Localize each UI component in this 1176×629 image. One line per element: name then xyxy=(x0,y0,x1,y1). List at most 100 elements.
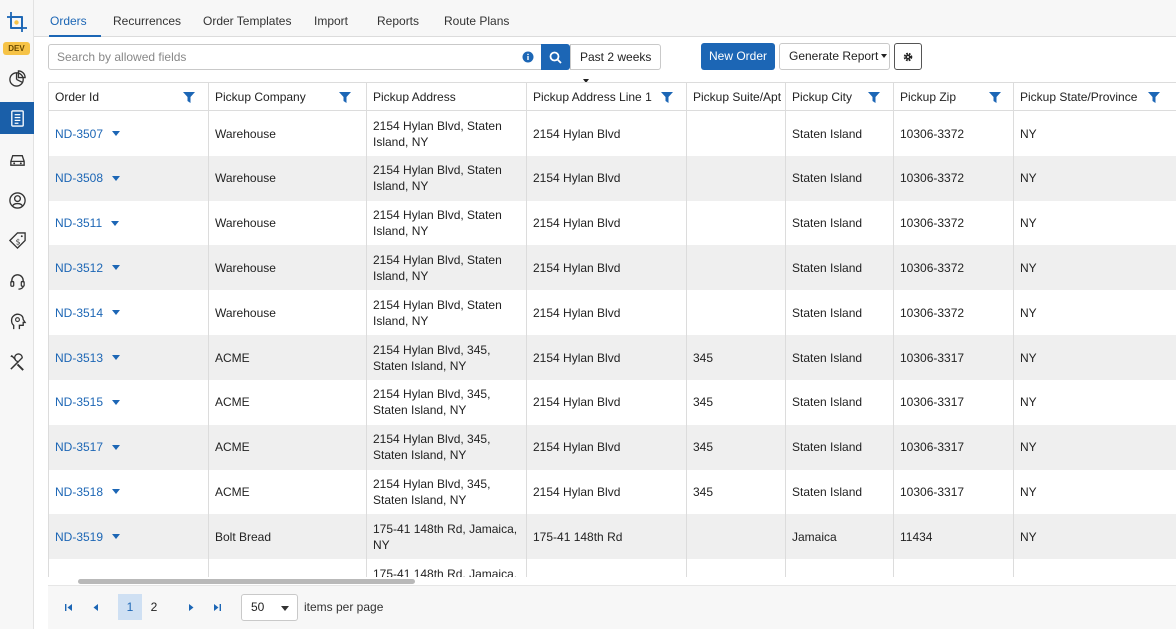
main-tabs: Orders Recurrences Order Templates Impor… xyxy=(34,0,1176,37)
row-actions-chevron-icon[interactable] xyxy=(112,131,121,136)
cell-order-id[interactable]: ND-3508 xyxy=(49,155,209,201)
cell-order-id[interactable]: ND-3511 xyxy=(49,200,209,246)
sidebar-item-automation[interactable] xyxy=(0,305,34,337)
cell-order-id[interactable]: ND-3519 xyxy=(49,514,209,560)
order-id-link[interactable]: ND-3520 xyxy=(55,574,103,578)
table-row[interactable]: ND-3512 Warehouse 2154 Hylan Blvd, Staten … xyxy=(49,245,1176,291)
cell-order-id[interactable]: ND-3507 xyxy=(49,111,209,156)
filter-icon[interactable] xyxy=(661,92,673,103)
cell-order-id[interactable]: ND-3518 xyxy=(49,469,209,515)
filter-icon[interactable] xyxy=(183,92,195,103)
table-row[interactable]: ND-3514 Warehouse 2154 Hylan Blvd, Staten … xyxy=(49,290,1176,336)
search-input[interactable] xyxy=(49,45,509,69)
column-header-pickup-address[interactable]: Pickup Address xyxy=(367,83,527,111)
cell-value: NY xyxy=(1020,395,1037,410)
row-actions-chevron-icon[interactable] xyxy=(112,444,121,450)
prev-page-button[interactable] xyxy=(88,600,102,614)
last-page-button[interactable] xyxy=(210,600,224,614)
cell-pickup-zip: 10306-3317 xyxy=(894,424,1014,470)
cell-value: Staten Island xyxy=(792,305,863,320)
horizontal-scrollbar[interactable] xyxy=(78,579,415,584)
first-page-button[interactable] xyxy=(61,600,75,614)
cell-pickup-zip: 10306-3372 xyxy=(894,290,1014,336)
filter-icon[interactable] xyxy=(868,92,880,103)
tab-order-templates[interactable]: Order Templates xyxy=(203,14,291,28)
sidebar-item-users[interactable] xyxy=(0,184,34,216)
sidebar-item-orders[interactable] xyxy=(0,102,34,134)
cell-order-id[interactable]: ND-3515 xyxy=(49,379,209,425)
table-row[interactable]: ND-3515 ACME 2154 Hylan Blvd, 345, Staten … xyxy=(49,379,1176,425)
filter-icon[interactable] xyxy=(989,92,1001,103)
cell-order-id[interactable]: ND-3512 xyxy=(49,245,209,291)
cell-order-id[interactable]: ND-3517 xyxy=(49,424,209,470)
row-actions-chevron-icon[interactable] xyxy=(112,534,121,540)
row-actions-chevron-icon[interactable] xyxy=(112,175,121,181)
cell-order-id[interactable]: ND-3520 xyxy=(49,559,209,577)
info-icon[interactable] xyxy=(522,51,534,63)
order-id-link[interactable]: ND-3512 xyxy=(55,260,103,276)
row-actions-chevron-icon[interactable] xyxy=(112,310,121,316)
cell-order-id[interactable]: ND-3514 xyxy=(49,290,209,336)
column-header-pickup-zip[interactable]: Pickup Zip xyxy=(894,83,1014,111)
sidebar-item-pricing[interactable]: $ xyxy=(0,224,34,256)
order-id-link[interactable]: ND-3518 xyxy=(55,484,103,500)
date-range-dropdown[interactable]: Past 2 weeks xyxy=(570,44,661,83)
page-1-button[interactable]: 1 xyxy=(118,594,142,620)
sidebar-item-vehicles[interactable] xyxy=(0,143,34,175)
table-row[interactable]: ND-3507 Warehouse 2154 Hylan Blvd, Staten … xyxy=(49,111,1176,156)
column-header-order-id[interactable]: Order Id xyxy=(49,83,209,111)
cell-value: 10306-3372 xyxy=(900,260,965,275)
order-id-link[interactable]: ND-3511 xyxy=(55,215,102,231)
cell-value: 175-41 148th Rd, Jamaica, NY xyxy=(373,521,518,552)
order-id-link[interactable]: ND-3517 xyxy=(55,439,103,455)
items-per-page-select[interactable]: 50 xyxy=(241,594,298,621)
row-actions-chevron-icon[interactable] xyxy=(112,489,121,495)
row-actions-chevron-icon[interactable] xyxy=(112,355,121,360)
cell-value: Jamaica xyxy=(792,529,837,544)
table-row[interactable]: ND-3508 Warehouse 2154 Hylan Blvd, Staten … xyxy=(49,155,1176,201)
tab-import[interactable]: Import xyxy=(314,14,348,28)
tab-recurrences[interactable]: Recurrences xyxy=(113,14,181,28)
table-row[interactable]: ND-3519 Bolt Bread 175-41 148th Rd, Jamaic… xyxy=(49,514,1176,560)
cell-value: Staten Island xyxy=(792,484,863,499)
column-header-pickup-suite[interactable]: Pickup Suite/Apt xyxy=(687,83,786,111)
table-settings-button[interactable] xyxy=(894,43,922,70)
column-header-pickup-company[interactable]: Pickup Company xyxy=(209,83,367,111)
column-header-pickup-state[interactable]: Pickup State/Province xyxy=(1014,83,1176,111)
app-logo-icon[interactable] xyxy=(5,10,29,34)
generate-report-dropdown[interactable]: Generate Report xyxy=(779,43,890,70)
next-page-button[interactable] xyxy=(184,600,198,614)
table-row[interactable]: ND-3511 Warehouse 2154 Hylan Blvd, Staten … xyxy=(49,200,1176,246)
row-actions-chevron-icon[interactable] xyxy=(112,399,121,405)
search-button[interactable] xyxy=(541,44,570,70)
order-id-link[interactable]: ND-3519 xyxy=(55,529,103,545)
cell-order-id[interactable]: ND-3513 xyxy=(49,335,209,380)
sidebar-item-settings[interactable] xyxy=(0,346,34,378)
filter-icon[interactable] xyxy=(1148,92,1160,103)
order-id-link[interactable]: ND-3514 xyxy=(55,305,103,321)
order-id-link[interactable]: ND-3508 xyxy=(55,170,103,186)
tab-reports[interactable]: Reports xyxy=(377,14,419,28)
table-row[interactable]: ND-3517 ACME 2154 Hylan Blvd, 345, Staten … xyxy=(49,424,1176,470)
sidebar-item-support[interactable] xyxy=(0,265,34,297)
order-id-link[interactable]: ND-3513 xyxy=(55,350,103,366)
sidebar-item-dashboard[interactable] xyxy=(0,62,34,94)
order-id-link[interactable]: ND-3507 xyxy=(55,126,103,142)
row-actions-chevron-icon[interactable] xyxy=(111,220,120,226)
page-2-button[interactable]: 2 xyxy=(142,594,166,620)
column-header-pickup-address-line1[interactable]: Pickup Address Line 1 xyxy=(527,83,687,111)
column-header-pickup-city[interactable]: Pickup City xyxy=(786,83,894,111)
orders-list-icon xyxy=(10,109,24,127)
tab-orders[interactable]: Orders xyxy=(50,14,87,28)
table-row[interactable]: ND-3518 ACME 2154 Hylan Blvd, 345, Staten … xyxy=(49,469,1176,515)
tab-route-plans[interactable]: Route Plans xyxy=(444,14,509,28)
cell-value: 2154 Hylan Blvd xyxy=(533,484,621,499)
order-id-link[interactable]: ND-3515 xyxy=(55,394,103,410)
row-actions-chevron-icon[interactable] xyxy=(112,265,121,271)
table-row[interactable]: ND-3520 Bolt Bread 175-41 148th Rd, Jamaic… xyxy=(49,559,1176,577)
cell-pickup-address-line1: 2154 Hylan Blvd xyxy=(527,290,687,336)
filter-icon[interactable] xyxy=(339,92,351,103)
cell-value: 2154 Hylan Blvd xyxy=(533,350,621,365)
table-row[interactable]: ND-3513 ACME 2154 Hylan Blvd, 345, Staten … xyxy=(49,335,1176,380)
new-order-button[interactable]: New Order xyxy=(701,43,775,70)
